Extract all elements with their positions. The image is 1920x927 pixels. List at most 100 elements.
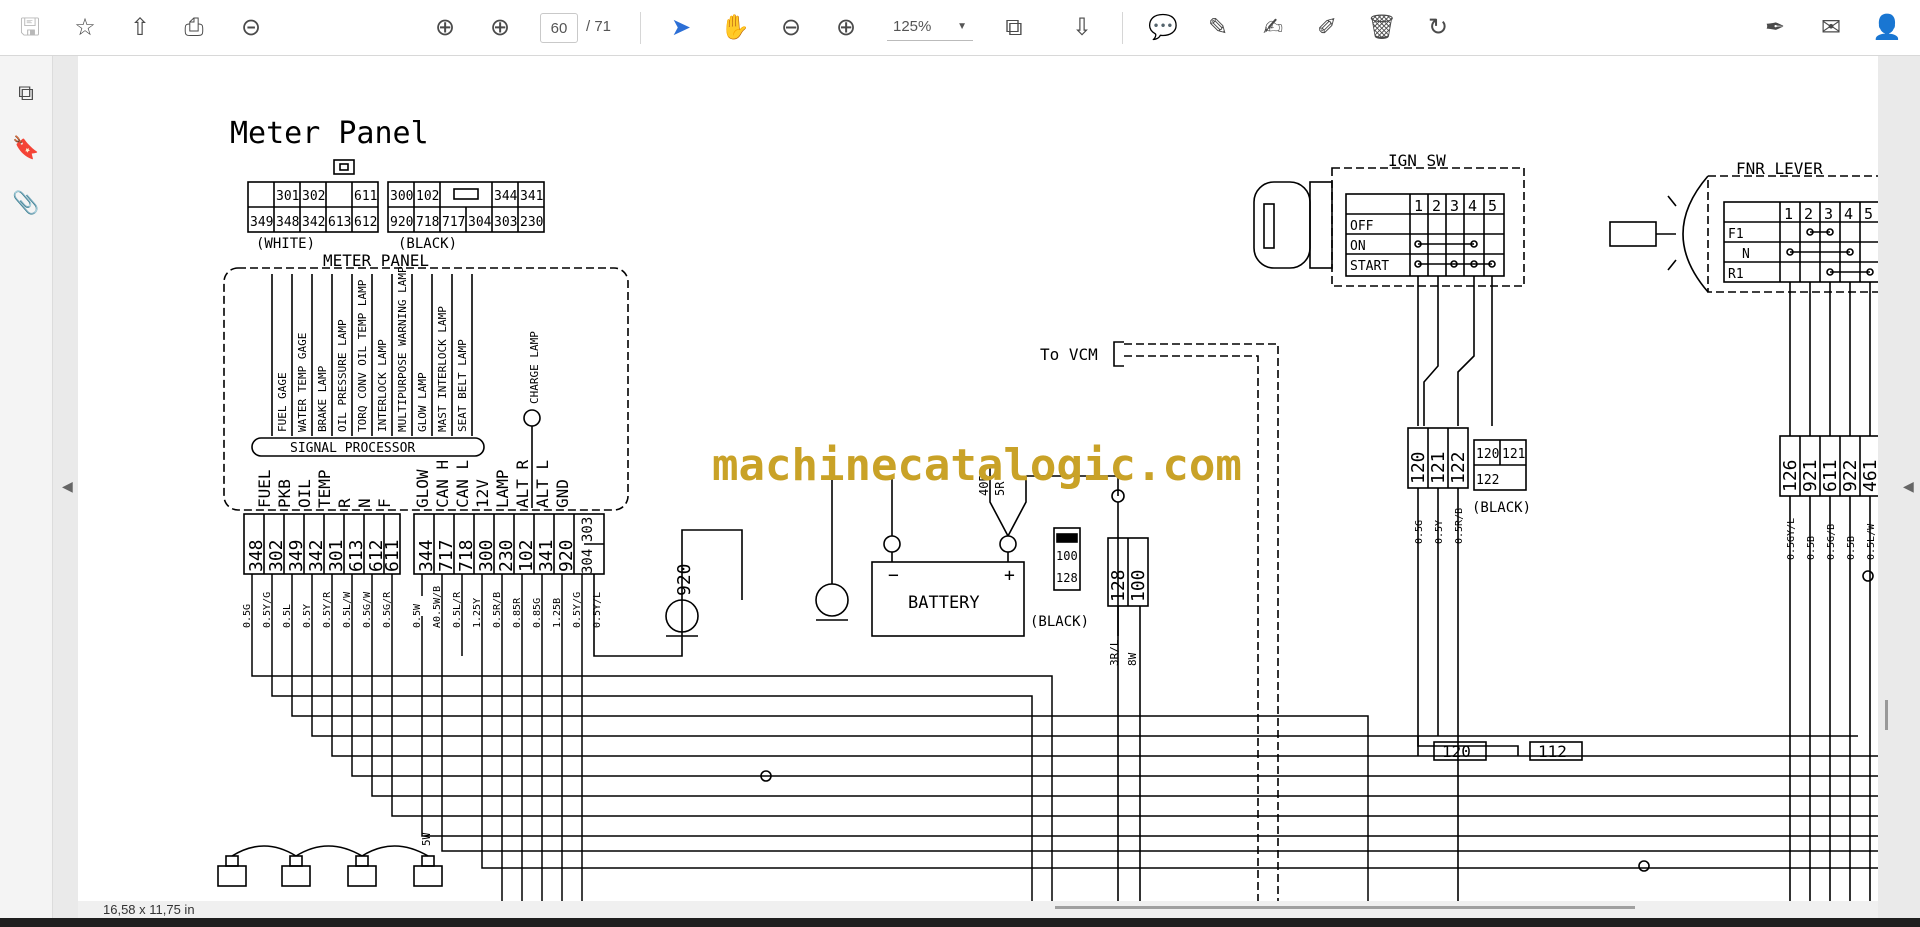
pin-number: 342	[306, 539, 327, 572]
ign-conn: 121	[1502, 447, 1525, 462]
email-icon[interactable]: ✉	[1814, 10, 1848, 44]
pin-label: CAN H	[433, 460, 452, 508]
pin-number: 348	[246, 539, 267, 572]
pin-label: F	[375, 498, 394, 508]
print-icon[interactable]: ⎙	[177, 10, 211, 44]
lamp-label: GLOW LAMP	[416, 372, 429, 432]
scroll-mode-icon[interactable]: ⇩	[1065, 10, 1099, 44]
left-sidebar: ⧉ 🔖 📎	[0, 56, 53, 918]
ign-row: ON	[1350, 239, 1366, 254]
redo-icon[interactable]: ↻	[1421, 10, 1455, 44]
comment-icon[interactable]: 💬	[1146, 10, 1180, 44]
ign-row: START	[1350, 259, 1389, 274]
bookmarks-icon[interactable]: 🔖	[9, 131, 43, 165]
save-icon[interactable]: 🖫	[13, 10, 47, 44]
fnr-pin: 922	[1840, 459, 1861, 492]
white-label: (WHITE)	[256, 236, 315, 252]
pin-number: 102	[516, 539, 537, 572]
zoom-select[interactable]: 125% ▼	[887, 13, 973, 41]
fnr-row: N	[1742, 247, 1750, 262]
white-conn-342: 342	[302, 215, 325, 230]
fuse-pair: 100	[1128, 569, 1149, 602]
ign-col: 1	[1414, 197, 1423, 215]
black-conn-341: 341	[520, 189, 543, 204]
white-conn-302: 302	[302, 189, 325, 204]
attachments-icon[interactable]: 📎	[9, 186, 43, 220]
page-total: / 71	[586, 18, 612, 35]
pin-number: 303	[580, 517, 596, 542]
upload-cloud-icon[interactable]: ⇧	[123, 10, 157, 44]
horizontal-scrollbar[interactable]	[1055, 906, 1635, 909]
white-conn-611: 611	[354, 189, 377, 204]
pin-label: R	[335, 498, 354, 508]
ign-conn-label: (BLACK)	[1472, 500, 1531, 516]
hand-tool-icon[interactable]: ✋	[718, 10, 752, 44]
fuse-black-label: (BLACK)	[1030, 614, 1089, 630]
toolbar-divider	[1122, 12, 1123, 44]
fnr-col: 1	[1784, 205, 1793, 223]
collapse-right-panel-icon[interactable]: ◀	[1903, 478, 1914, 495]
vertical-scrollbar[interactable]	[1885, 700, 1888, 730]
white-conn-349: 349	[250, 215, 273, 230]
pdf-page: Meter Panel 301 302 611 349 348 342 613 …	[78, 56, 1878, 901]
pin-label: PKB	[275, 479, 294, 508]
lamp-label: WATER TEMP GAGE	[296, 333, 309, 432]
fnr-wire: 0.5B	[1806, 536, 1817, 560]
collapse-left-panel-icon[interactable]: ◀	[62, 478, 73, 495]
black-conn-300: 300	[390, 189, 413, 204]
fnr-wire: 0.5L/W	[1866, 523, 1877, 560]
ign-pin: 122	[1448, 451, 1469, 484]
ign-wire: 0.5G	[1414, 520, 1425, 544]
pin-number: 349	[286, 539, 307, 572]
signal-processor-label: SIGNAL PROCESSOR	[290, 441, 415, 456]
page-thumbnails-icon[interactable]: ⧉	[9, 76, 43, 110]
ign-conn: 120	[1476, 447, 1499, 462]
toolbar: 🖫 ☆ ⇧ ⎙ ⊝ ⊕ ⊕ 60 / 71 ➤ ✋ ⊖ ⊕ 125% ▼ ⧉ ⇩…	[0, 0, 1920, 56]
ign-wire: 0.5Y	[1434, 520, 1445, 544]
highlight-pen-icon[interactable]: ✎	[1201, 10, 1235, 44]
pin-label: OIL	[295, 479, 314, 508]
next-page-icon[interactable]: ⊕	[483, 10, 517, 44]
battery-label: BATTERY	[908, 593, 980, 613]
previous-page-icon[interactable]: ⊕	[428, 10, 462, 44]
charge-lamp-label: CHARGE LAMP	[528, 331, 541, 404]
ign-col: 4	[1468, 197, 1477, 215]
zoom-out-icon[interactable]: ⊖	[774, 10, 808, 44]
lamp-label: MAST INTERLOCK LAMP	[436, 306, 449, 432]
pin-label: GLOW	[413, 469, 432, 508]
fnr-col: 2	[1804, 205, 1813, 223]
fnr-col: 4	[1844, 205, 1853, 223]
chevron-down-icon: ▼	[957, 21, 967, 32]
pin-number: 300	[476, 539, 497, 572]
account-icon[interactable]: 👤	[1870, 10, 1904, 44]
bookmark-star-icon[interactable]: ☆	[68, 10, 102, 44]
zoom-out-search-icon[interactable]: ⊝	[234, 10, 268, 44]
fnr-pin: 461	[1860, 459, 1878, 492]
fnr-lever-title: FNR LEVER	[1736, 159, 1823, 178]
pin-number: 718	[456, 539, 477, 572]
black-conn-102: 102	[416, 189, 439, 204]
fnr-col: 3	[1824, 205, 1833, 223]
pin-number: 613	[346, 539, 367, 572]
black-label: (BLACK)	[398, 236, 457, 252]
lamp-label: INTERLOCK LAMP	[376, 339, 389, 432]
to-vcm-label: To VCM	[1040, 345, 1098, 364]
pin-number: 341	[536, 539, 557, 572]
edit-text-icon[interactable]: ✐	[1310, 10, 1344, 44]
bus-label: 112	[1538, 742, 1567, 761]
draw-icon[interactable]: ✍	[1256, 10, 1290, 44]
page-number-input[interactable]: 60	[540, 13, 578, 43]
page-fit-icon[interactable]: ⧉	[997, 10, 1031, 44]
black-conn-717: 717	[442, 215, 465, 230]
zoom-in-icon[interactable]: ⊕	[829, 10, 863, 44]
pin-number: 302	[266, 539, 287, 572]
sign-icon[interactable]: ✒	[1758, 10, 1792, 44]
delete-icon[interactable]: 🗑	[1365, 10, 1399, 44]
pin-label: GND	[553, 479, 572, 508]
fnr-wire: 0.5B	[1846, 536, 1857, 560]
black-conn-718: 718	[416, 215, 439, 230]
pin-number: 717	[436, 539, 457, 572]
diagram-title: Meter Panel	[230, 116, 429, 151]
ign-col: 3	[1450, 197, 1459, 215]
select-pointer-icon[interactable]: ➤	[664, 10, 698, 44]
